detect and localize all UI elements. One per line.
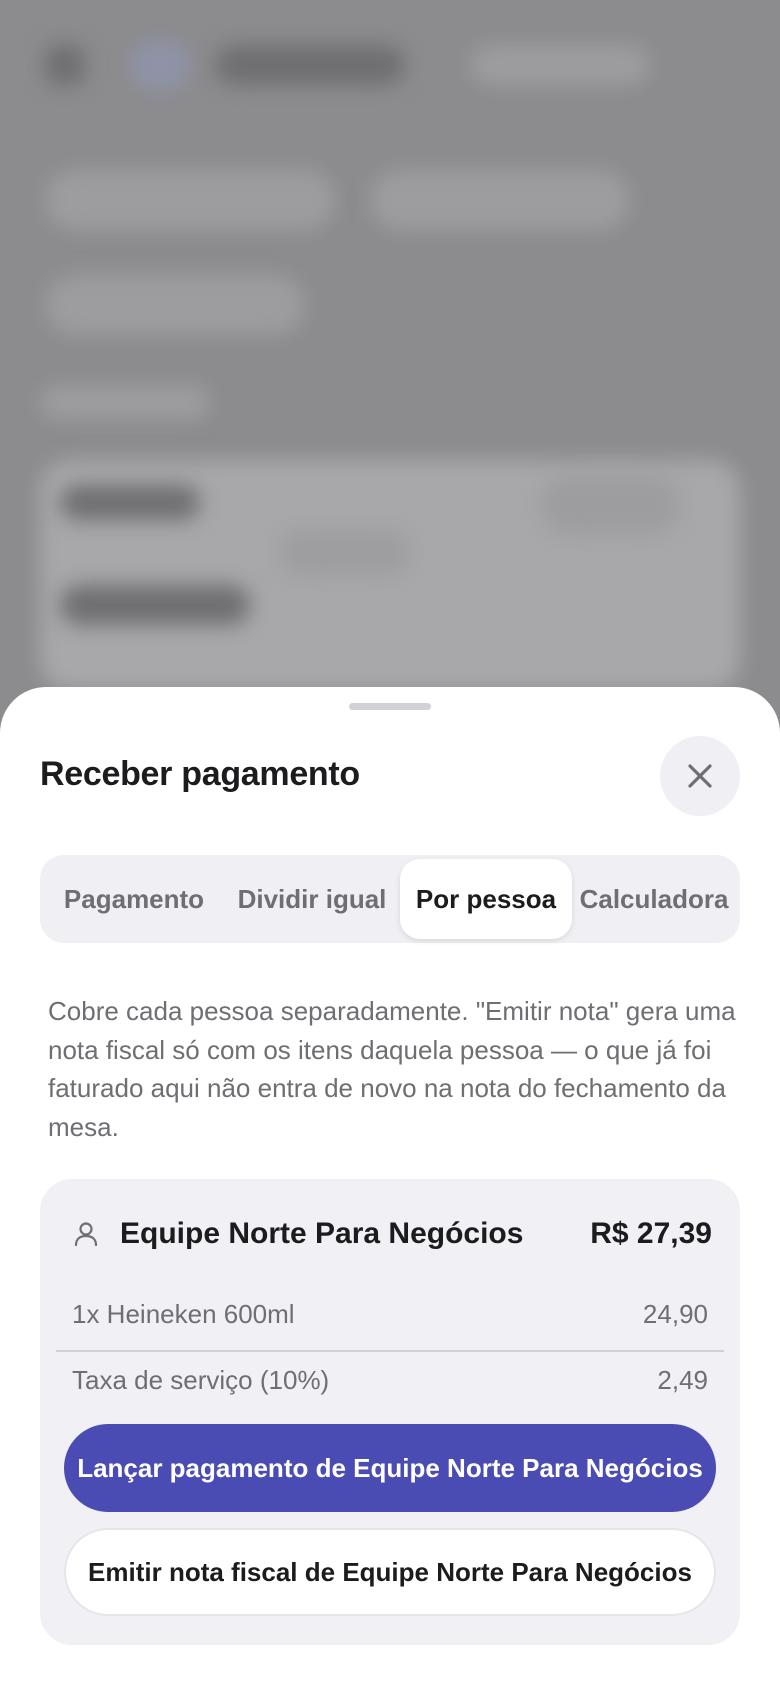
launch-payment-button[interactable]: Lançar pagamento de Equipe Norte Para Ne… — [64, 1424, 716, 1512]
tab-calculadora[interactable]: Calculadora — [572, 859, 736, 939]
list-item: Taxa de serviço (10%) 2,49 — [72, 1365, 708, 1396]
issue-invoice-button[interactable]: Emitir nota fiscal de Equipe Norte Para … — [64, 1528, 716, 1616]
item-label: 1x Heineken 600ml — [72, 1299, 295, 1329]
tab-pagamento[interactable]: Pagamento — [44, 859, 224, 939]
sheet-grabber[interactable] — [349, 703, 431, 710]
person-card-header: Equipe Norte Para Negócios R$ 27,39 — [72, 1209, 712, 1259]
tab-por-pessoa[interactable]: Por pessoa — [400, 859, 572, 939]
list-item: 1x Heineken 600ml 24,90 — [72, 1299, 708, 1330]
divider — [56, 1350, 724, 1352]
person-card: Equipe Norte Para Negócios R$ 27,39 1x H… — [40, 1179, 740, 1645]
payment-sheet: Receber pagamento Pagamento Dividir igua… — [0, 687, 780, 1688]
close-button[interactable] — [660, 736, 740, 816]
item-value: 24,90 — [642, 1299, 708, 1329]
person-name: Equipe Norte Para Negócios — [120, 1217, 524, 1250]
dimmed-background — [0, 0, 780, 720]
sheet-title: Receber pagamento — [40, 755, 360, 793]
split-description: Cobre cada pessoa separadamente. "Emitir… — [48, 996, 736, 1142]
close-icon — [688, 764, 712, 788]
item-label: Taxa de serviço (10%) — [72, 1365, 330, 1395]
item-value: 2,49 — [657, 1365, 708, 1395]
person-total: R$ 27,39 — [590, 1217, 712, 1250]
tab-dividir-igual[interactable]: Dividir igual — [224, 859, 400, 939]
payment-mode-tabs: Pagamento Dividir igual Por pessoa Calcu… — [40, 855, 740, 943]
person-icon — [74, 1222, 98, 1247]
